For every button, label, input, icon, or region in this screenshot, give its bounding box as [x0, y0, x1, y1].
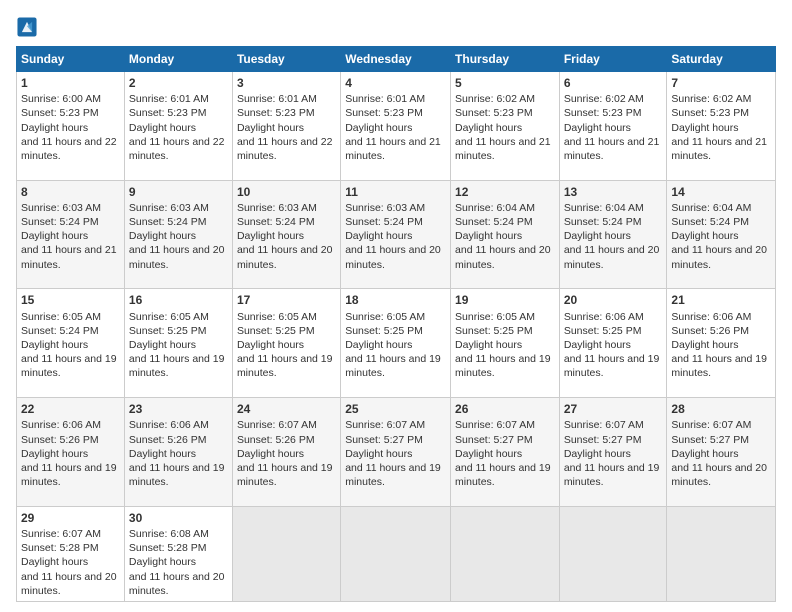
day-number: 5: [455, 75, 555, 91]
calendar-cell: 13Sunrise: 6:04 AMSunset: 5:24 PMDayligh…: [559, 180, 667, 289]
calendar-cell: 30Sunrise: 6:08 AMSunset: 5:28 PMDayligh…: [124, 506, 232, 601]
calendar-cell: 3Sunrise: 6:01 AMSunset: 5:23 PMDaylight…: [232, 72, 340, 181]
calendar-page: SundayMondayTuesdayWednesdayThursdayFrid…: [0, 0, 792, 612]
col-header-wednesday: Wednesday: [341, 47, 451, 72]
day-number: 7: [671, 75, 771, 91]
day-number: 11: [345, 184, 446, 200]
calendar-cell: 16Sunrise: 6:05 AMSunset: 5:25 PMDayligh…: [124, 289, 232, 398]
col-header-saturday: Saturday: [667, 47, 776, 72]
day-number: 19: [455, 292, 555, 308]
calendar-cell: [341, 506, 451, 601]
day-number: 8: [21, 184, 120, 200]
day-number: 10: [237, 184, 336, 200]
calendar-cell: [232, 506, 340, 601]
calendar-cell: 6Sunrise: 6:02 AMSunset: 5:23 PMDaylight…: [559, 72, 667, 181]
day-number: 4: [345, 75, 446, 91]
calendar-cell: 9Sunrise: 6:03 AMSunset: 5:24 PMDaylight…: [124, 180, 232, 289]
calendar-cell: 22Sunrise: 6:06 AMSunset: 5:26 PMDayligh…: [17, 398, 125, 507]
calendar-body: 1Sunrise: 6:00 AMSunset: 5:23 PMDaylight…: [17, 72, 776, 602]
day-number: 30: [129, 510, 228, 526]
calendar-cell: 17Sunrise: 6:05 AMSunset: 5:25 PMDayligh…: [232, 289, 340, 398]
day-number: 3: [237, 75, 336, 91]
day-number: 1: [21, 75, 120, 91]
day-number: 16: [129, 292, 228, 308]
calendar-cell: 2Sunrise: 6:01 AMSunset: 5:23 PMDaylight…: [124, 72, 232, 181]
day-number: 29: [21, 510, 120, 526]
day-number: 6: [564, 75, 663, 91]
calendar-cell: 11Sunrise: 6:03 AMSunset: 5:24 PMDayligh…: [341, 180, 451, 289]
logo-icon: [16, 16, 38, 38]
day-number: 13: [564, 184, 663, 200]
col-header-tuesday: Tuesday: [232, 47, 340, 72]
calendar-cell: [451, 506, 560, 601]
header: [16, 14, 776, 38]
calendar-week-0: 1Sunrise: 6:00 AMSunset: 5:23 PMDaylight…: [17, 72, 776, 181]
calendar-cell: 8Sunrise: 6:03 AMSunset: 5:24 PMDaylight…: [17, 180, 125, 289]
calendar-cell: 23Sunrise: 6:06 AMSunset: 5:26 PMDayligh…: [124, 398, 232, 507]
calendar-cell: 1Sunrise: 6:00 AMSunset: 5:23 PMDaylight…: [17, 72, 125, 181]
calendar-cell: [559, 506, 667, 601]
day-number: 14: [671, 184, 771, 200]
calendar-cell: 5Sunrise: 6:02 AMSunset: 5:23 PMDaylight…: [451, 72, 560, 181]
day-number: 21: [671, 292, 771, 308]
calendar-cell: 12Sunrise: 6:04 AMSunset: 5:24 PMDayligh…: [451, 180, 560, 289]
col-header-friday: Friday: [559, 47, 667, 72]
day-number: 28: [671, 401, 771, 417]
day-number: 2: [129, 75, 228, 91]
day-number: 17: [237, 292, 336, 308]
calendar-week-1: 8Sunrise: 6:03 AMSunset: 5:24 PMDaylight…: [17, 180, 776, 289]
day-number: 23: [129, 401, 228, 417]
calendar-cell: 10Sunrise: 6:03 AMSunset: 5:24 PMDayligh…: [232, 180, 340, 289]
calendar-week-3: 22Sunrise: 6:06 AMSunset: 5:26 PMDayligh…: [17, 398, 776, 507]
day-number: 26: [455, 401, 555, 417]
day-number: 12: [455, 184, 555, 200]
calendar-cell: 14Sunrise: 6:04 AMSunset: 5:24 PMDayligh…: [667, 180, 776, 289]
day-number: 18: [345, 292, 446, 308]
calendar-cell: 28Sunrise: 6:07 AMSunset: 5:27 PMDayligh…: [667, 398, 776, 507]
calendar-cell: 25Sunrise: 6:07 AMSunset: 5:27 PMDayligh…: [341, 398, 451, 507]
day-number: 27: [564, 401, 663, 417]
calendar-cell: [667, 506, 776, 601]
day-number: 24: [237, 401, 336, 417]
day-number: 20: [564, 292, 663, 308]
col-header-monday: Monday: [124, 47, 232, 72]
calendar-cell: 26Sunrise: 6:07 AMSunset: 5:27 PMDayligh…: [451, 398, 560, 507]
day-number: 9: [129, 184, 228, 200]
calendar-cell: 18Sunrise: 6:05 AMSunset: 5:25 PMDayligh…: [341, 289, 451, 398]
calendar-cell: 29Sunrise: 6:07 AMSunset: 5:28 PMDayligh…: [17, 506, 125, 601]
calendar-cell: 24Sunrise: 6:07 AMSunset: 5:26 PMDayligh…: [232, 398, 340, 507]
day-number: 25: [345, 401, 446, 417]
col-header-thursday: Thursday: [451, 47, 560, 72]
calendar-cell: 19Sunrise: 6:05 AMSunset: 5:25 PMDayligh…: [451, 289, 560, 398]
calendar-week-4: 29Sunrise: 6:07 AMSunset: 5:28 PMDayligh…: [17, 506, 776, 601]
day-number: 15: [21, 292, 120, 308]
logo: [16, 14, 42, 38]
calendar-cell: 7Sunrise: 6:02 AMSunset: 5:23 PMDaylight…: [667, 72, 776, 181]
calendar-week-2: 15Sunrise: 6:05 AMSunset: 5:24 PMDayligh…: [17, 289, 776, 398]
col-header-sunday: Sunday: [17, 47, 125, 72]
day-number: 22: [21, 401, 120, 417]
calendar-cell: 20Sunrise: 6:06 AMSunset: 5:25 PMDayligh…: [559, 289, 667, 398]
calendar-table: SundayMondayTuesdayWednesdayThursdayFrid…: [16, 46, 776, 602]
calendar-cell: 27Sunrise: 6:07 AMSunset: 5:27 PMDayligh…: [559, 398, 667, 507]
calendar-cell: 4Sunrise: 6:01 AMSunset: 5:23 PMDaylight…: [341, 72, 451, 181]
calendar-cell: 15Sunrise: 6:05 AMSunset: 5:24 PMDayligh…: [17, 289, 125, 398]
calendar-cell: 21Sunrise: 6:06 AMSunset: 5:26 PMDayligh…: [667, 289, 776, 398]
calendar-header-row: SundayMondayTuesdayWednesdayThursdayFrid…: [17, 47, 776, 72]
